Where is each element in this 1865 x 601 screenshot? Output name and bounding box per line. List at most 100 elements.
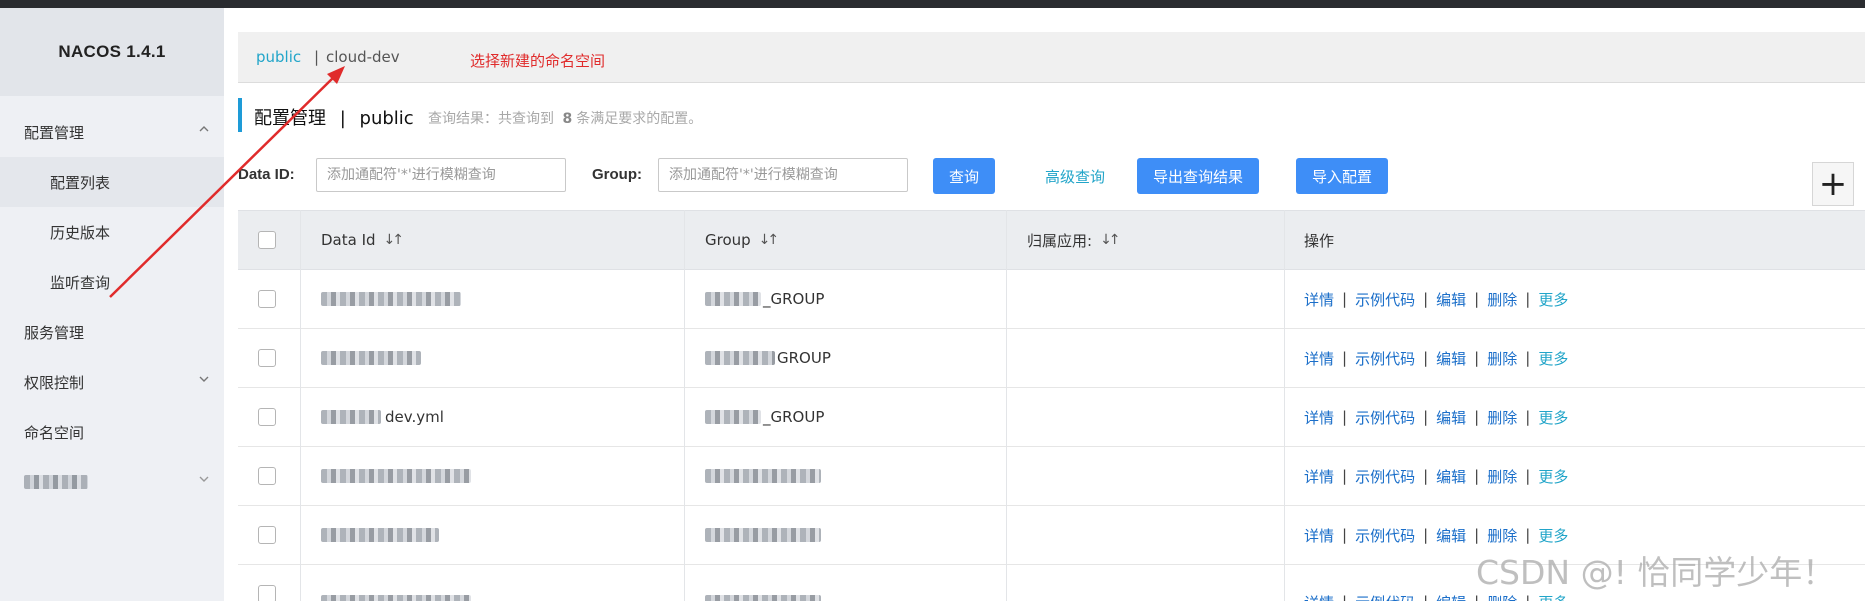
cell-data-id [321,329,421,387]
query-result-count: 8 [562,111,573,127]
edit-link[interactable]: 编辑 [1436,407,1466,428]
data-id-text: dev.yml [385,408,444,426]
detail-link[interactable]: 详情 [1304,289,1334,310]
dataid-label: Data ID: [238,166,295,183]
delete-link[interactable]: 删除 [1487,407,1517,428]
delete-link[interactable]: 删除 [1487,348,1517,369]
ops-separator: | [1423,593,1428,601]
ops-separator: | [1474,526,1480,544]
edit-link[interactable]: 编辑 [1436,592,1466,601]
ops-separator: | [1423,526,1429,544]
sidebar-item-access-control[interactable]: 权限控制 [0,357,224,407]
sidebar-item-namespace[interactable]: 命名空间 [0,407,224,457]
row-checkbox[interactable] [258,349,276,367]
column-header-label: Data Id [321,231,376,249]
sample-code-link[interactable]: 示例代码 [1355,525,1415,546]
row-checkbox[interactable] [258,408,276,426]
sample-code-link[interactable]: 示例代码 [1355,407,1415,428]
row-checkbox[interactable] [258,526,276,544]
column-header-group[interactable]: Group ↓↑ [705,211,780,269]
more-link[interactable]: 更多 [1538,348,1568,369]
group-search-input[interactable] [658,158,908,192]
page-title-namespace: public [359,108,414,129]
namespace-separator: | [314,48,320,66]
query-button[interactable]: 查询 [933,158,995,194]
export-button[interactable]: 导出查询结果 [1137,158,1259,194]
column-header-data-id[interactable]: Data Id ↓↑ [321,211,405,269]
delete-link[interactable]: 删除 [1487,525,1517,546]
sort-icon[interactable]: ↓↑ [1100,232,1121,248]
blurred-text [705,292,761,306]
more-link[interactable]: 更多 [1538,407,1568,428]
row-checkbox[interactable] [258,585,276,601]
detail-link[interactable]: 详情 [1304,466,1334,487]
ops-separator: | [1423,349,1429,367]
more-link[interactable]: 更多 [1538,466,1568,487]
edit-link[interactable]: 编辑 [1436,289,1466,310]
delete-link[interactable]: 删除 [1487,289,1517,310]
table-row: dev.yml _GROUP 详情 | 示例代码 | 编辑 | 删除 | 更多 [238,388,1865,447]
cell-data-id [321,270,461,328]
sidebar: NACOS 1.4.1 配置管理 配置列表 历史版本 监听查询 服务管理 权限控… [0,8,224,601]
namespace-cloud-dev-link[interactable]: cloud-dev [326,48,400,66]
page-title-text: 配置管理 [254,108,326,129]
edit-link[interactable]: 编辑 [1436,525,1466,546]
sidebar-item-config-management[interactable]: 配置管理 [0,107,224,157]
title-accent-bar [238,98,242,132]
sort-icon[interactable]: ↓↑ [759,232,780,248]
page-title: 配置管理 | public [254,104,414,130]
blurred-text [321,469,471,483]
row-checkbox[interactable] [258,290,276,308]
ops-separator: | [1474,349,1480,367]
namespace-public-link[interactable]: public [256,48,301,66]
query-result-text: 查询结果：共查询到 8 条满足要求的配置。 [428,108,702,128]
row-ops: 详情 | 示例代码 | 编辑 | 删除 | 更多 [1304,329,1568,387]
row-checkbox[interactable] [258,467,276,485]
cell-group: _GROUP [705,388,824,446]
row-ops: 详情 | 示例代码 | 编辑 | 删除 | 更多 [1304,447,1568,505]
column-header-label: 归属应用: [1027,231,1093,250]
sample-code-link[interactable]: 示例代码 [1355,348,1415,369]
more-link[interactable]: 更多 [1538,289,1568,310]
sample-code-link[interactable]: 示例代码 [1355,289,1415,310]
table-row: GROUP 详情 | 示例代码 | 编辑 | 删除 | 更多 [238,329,1865,388]
sidebar-item-service-management[interactable]: 服务管理 [0,307,224,357]
column-header-app[interactable]: 归属应用: ↓↑ [1027,211,1121,269]
sidebar-item-config-list[interactable]: 配置列表 [0,157,224,207]
detail-link[interactable]: 详情 [1304,592,1334,601]
sidebar-item-listener-query[interactable]: 监听查询 [0,257,224,307]
add-config-button[interactable]: + [1812,162,1854,206]
detail-link[interactable]: 详情 [1304,348,1334,369]
sidebar-item-blurred[interactable] [0,457,224,507]
ops-separator: | [1525,408,1531,426]
edit-link[interactable]: 编辑 [1436,348,1466,369]
more-link[interactable]: 更多 [1538,525,1568,546]
column-header-label: 操作 [1304,231,1335,250]
ops-separator: | [1342,408,1348,426]
sort-icon[interactable]: ↓↑ [384,232,405,248]
import-button[interactable]: 导入配置 [1296,158,1388,194]
chevron-down-icon [198,373,210,388]
advanced-query-link[interactable]: 高级查询 [1045,166,1105,187]
ops-separator: | [1525,526,1531,544]
dataid-search-input[interactable] [316,158,566,192]
ops-separator: | [1423,467,1429,485]
cell-group [705,506,821,564]
sample-code-link[interactable]: 示例代码 [1355,592,1415,601]
column-divider [300,210,301,601]
sidebar-item-history[interactable]: 历史版本 [0,207,224,257]
select-all-checkbox[interactable] [258,231,276,249]
detail-link[interactable]: 详情 [1304,407,1334,428]
ops-separator: | [1423,290,1429,308]
detail-link[interactable]: 详情 [1304,525,1334,546]
delete-link[interactable]: 删除 [1487,466,1517,487]
sample-code-link[interactable]: 示例代码 [1355,466,1415,487]
page-title-separator: | [339,108,346,129]
ops-separator: | [1342,467,1348,485]
group-text: GROUP [777,349,831,367]
sidebar-item-label: 监听查询 [50,273,111,292]
blurred-text [321,528,439,542]
column-header-label: Group [705,231,751,249]
blurred-text [705,351,775,365]
edit-link[interactable]: 编辑 [1436,466,1466,487]
